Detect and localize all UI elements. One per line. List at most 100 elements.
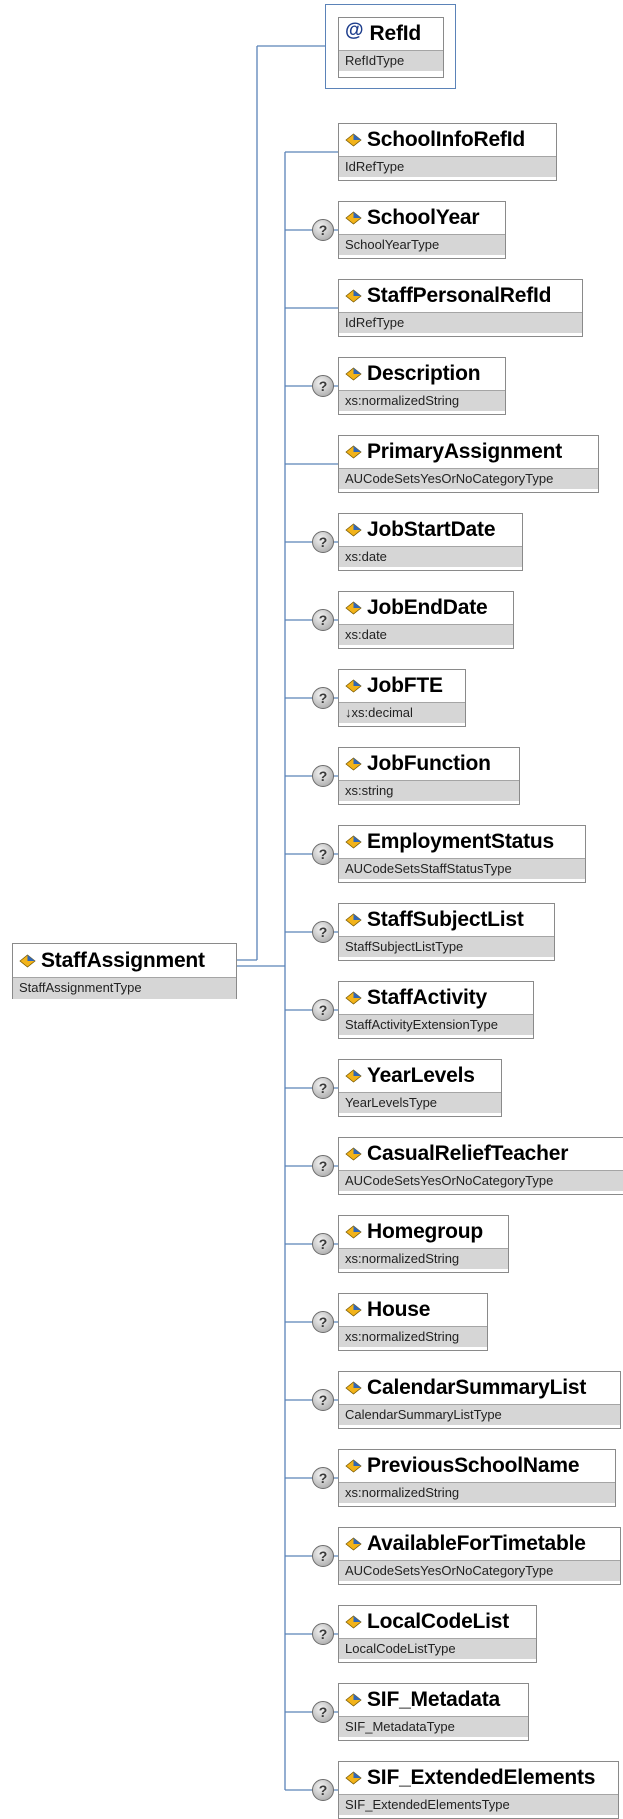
optional-icon: ? bbox=[312, 1311, 334, 1333]
child-element-type: xs:normalizedString bbox=[339, 1482, 615, 1503]
child-element-node[interactable]: CasualReliefTeacher AUCodeSetsYesOrNoCate… bbox=[338, 1137, 623, 1195]
optional-icon: ? bbox=[312, 1155, 334, 1177]
optional-icon: ? bbox=[312, 1545, 334, 1567]
child-element-name: YearLevels bbox=[367, 1064, 475, 1087]
child-element-name: LocalCodeList bbox=[367, 1610, 510, 1633]
child-element-type: CalendarSummaryListType bbox=[339, 1404, 620, 1425]
child-element-name: JobFTE bbox=[367, 674, 443, 697]
child-element-type: SchoolYearType bbox=[339, 234, 505, 255]
optional-icon: ? bbox=[312, 1233, 334, 1255]
child-name-row: LocalCodeList bbox=[339, 1606, 536, 1638]
child-name-row: JobFunction bbox=[339, 748, 519, 780]
element-icon bbox=[345, 1771, 362, 1785]
child-element-node[interactable]: LocalCodeList LocalCodeListType bbox=[338, 1605, 537, 1663]
optional-icon: ? bbox=[312, 1077, 334, 1099]
element-icon bbox=[345, 289, 362, 303]
child-element-name: SIF_ExtendedElements bbox=[367, 1766, 596, 1789]
child-name-row: PreviousSchoolName bbox=[339, 1450, 615, 1482]
element-icon bbox=[345, 133, 362, 147]
child-element-type: SIF_ExtendedElementsType bbox=[339, 1794, 618, 1815]
child-element-type: StaffActivityExtensionType bbox=[339, 1014, 533, 1035]
element-icon bbox=[345, 913, 362, 927]
optional-icon: ? bbox=[312, 921, 334, 943]
child-element-node[interactable]: SIF_Metadata SIF_MetadataType bbox=[338, 1683, 529, 1741]
child-name-row: YearLevels bbox=[339, 1060, 501, 1092]
child-element-name: PreviousSchoolName bbox=[367, 1454, 580, 1477]
element-icon bbox=[345, 1147, 362, 1161]
element-icon bbox=[345, 679, 362, 693]
optional-icon: ? bbox=[312, 609, 334, 631]
child-element-type: xs:normalizedString bbox=[339, 1248, 508, 1269]
child-element-node[interactable]: PrimaryAssignment AUCodeSetsYesOrNoCatego… bbox=[338, 435, 599, 493]
root-element-type: StaffAssignmentType bbox=[13, 977, 236, 999]
child-element-node[interactable]: PreviousSchoolName xs:normalizedString bbox=[338, 1449, 616, 1507]
child-element-type: AUCodeSetsYesOrNoCategoryType bbox=[339, 468, 598, 489]
child-element-node[interactable]: StaffSubjectList StaffSubjectListType bbox=[338, 903, 555, 961]
child-element-type: IdRefType bbox=[339, 156, 556, 177]
child-element-name: AvailableForTimetable bbox=[367, 1532, 586, 1555]
child-element-node[interactable]: Description xs:normalizedString bbox=[338, 357, 506, 415]
child-element-type: xs:normalizedString bbox=[339, 1326, 487, 1347]
child-element-node[interactable]: JobFTE ↓xs:decimal bbox=[338, 669, 466, 727]
child-element-name: JobStartDate bbox=[367, 518, 496, 541]
optional-icon: ? bbox=[312, 687, 334, 709]
child-element-node[interactable]: AvailableForTimetable AUCodeSetsYesOrNoCa… bbox=[338, 1527, 621, 1585]
optional-icon: ? bbox=[312, 843, 334, 865]
child-element-name: CasualReliefTeacher bbox=[367, 1142, 569, 1165]
child-name-row: JobStartDate bbox=[339, 514, 522, 546]
child-element-node[interactable]: CalendarSummaryList CalendarSummaryListTy… bbox=[338, 1371, 621, 1429]
child-element-type: AUCodeSetsYesOrNoCategoryType bbox=[339, 1170, 623, 1191]
child-name-row: PrimaryAssignment bbox=[339, 436, 598, 468]
element-icon bbox=[345, 445, 362, 459]
child-element-node[interactable]: JobFunction xs:string bbox=[338, 747, 520, 805]
optional-icon: ? bbox=[312, 1701, 334, 1723]
attribute-icon: @ bbox=[345, 20, 364, 41]
child-element-name: StaffPersonalRefId bbox=[367, 284, 552, 307]
child-name-row: SchoolYear bbox=[339, 202, 505, 234]
child-element-node[interactable]: SchoolYear SchoolYearType bbox=[338, 201, 506, 259]
child-element-name: House bbox=[367, 1298, 431, 1321]
root-element-node[interactable]: StaffAssignment StaffAssignmentType bbox=[12, 943, 237, 999]
child-element-type: AUCodeSetsYesOrNoCategoryType bbox=[339, 1560, 620, 1581]
element-icon bbox=[345, 1303, 362, 1317]
element-icon bbox=[19, 953, 36, 968]
child-name-row: StaffSubjectList bbox=[339, 904, 554, 936]
child-element-node[interactable]: StaffActivity StaffActivityExtensionType bbox=[338, 981, 534, 1039]
child-element-name: JobEndDate bbox=[367, 596, 488, 619]
optional-icon: ? bbox=[312, 1623, 334, 1645]
child-element-node[interactable]: SchoolInfoRefId IdRefType bbox=[338, 123, 557, 181]
attribute-frame: @ RefId RefIdType bbox=[325, 4, 456, 89]
child-element-type: AUCodeSetsStaffStatusType bbox=[339, 858, 585, 879]
child-name-row: Description bbox=[339, 358, 505, 390]
child-element-node[interactable]: Homegroup xs:normalizedString bbox=[338, 1215, 509, 1273]
child-element-node[interactable]: YearLevels YearLevelsType bbox=[338, 1059, 502, 1117]
child-element-node[interactable]: SIF_ExtendedElements SIF_ExtendedElements… bbox=[338, 1761, 619, 1819]
optional-icon: ? bbox=[312, 1779, 334, 1801]
element-icon bbox=[345, 1459, 362, 1473]
schema-diagram: @ RefId RefIdType StaffAssignment StaffA… bbox=[0, 0, 623, 1819]
child-element-name: SIF_Metadata bbox=[367, 1688, 500, 1711]
child-name-row: StaffPersonalRefId bbox=[339, 280, 582, 312]
optional-icon: ? bbox=[312, 1467, 334, 1489]
child-name-row: Homegroup bbox=[339, 1216, 508, 1248]
child-name-row: JobEndDate bbox=[339, 592, 513, 624]
child-name-row: StaffActivity bbox=[339, 982, 533, 1014]
child-element-node[interactable]: House xs:normalizedString bbox=[338, 1293, 488, 1351]
child-element-node[interactable]: JobStartDate xs:date bbox=[338, 513, 523, 571]
optional-icon: ? bbox=[312, 765, 334, 787]
element-icon bbox=[345, 1693, 362, 1707]
child-element-node[interactable]: StaffPersonalRefId IdRefType bbox=[338, 279, 583, 337]
child-name-row: SIF_Metadata bbox=[339, 1684, 528, 1716]
child-element-type: ↓xs:decimal bbox=[339, 702, 465, 723]
element-icon bbox=[345, 1615, 362, 1629]
child-element-node[interactable]: EmploymentStatus AUCodeSetsStaffStatusTyp… bbox=[338, 825, 586, 883]
root-element-name: StaffAssignment bbox=[41, 948, 205, 972]
element-icon bbox=[345, 211, 362, 225]
attribute-node-refid[interactable]: @ RefId RefIdType bbox=[338, 17, 444, 78]
element-icon bbox=[345, 757, 362, 771]
child-element-node[interactable]: JobEndDate xs:date bbox=[338, 591, 514, 649]
child-element-name: PrimaryAssignment bbox=[367, 440, 563, 463]
child-element-type: StaffSubjectListType bbox=[339, 936, 554, 957]
child-element-type: SIF_MetadataType bbox=[339, 1716, 528, 1737]
optional-icon: ? bbox=[312, 219, 334, 241]
